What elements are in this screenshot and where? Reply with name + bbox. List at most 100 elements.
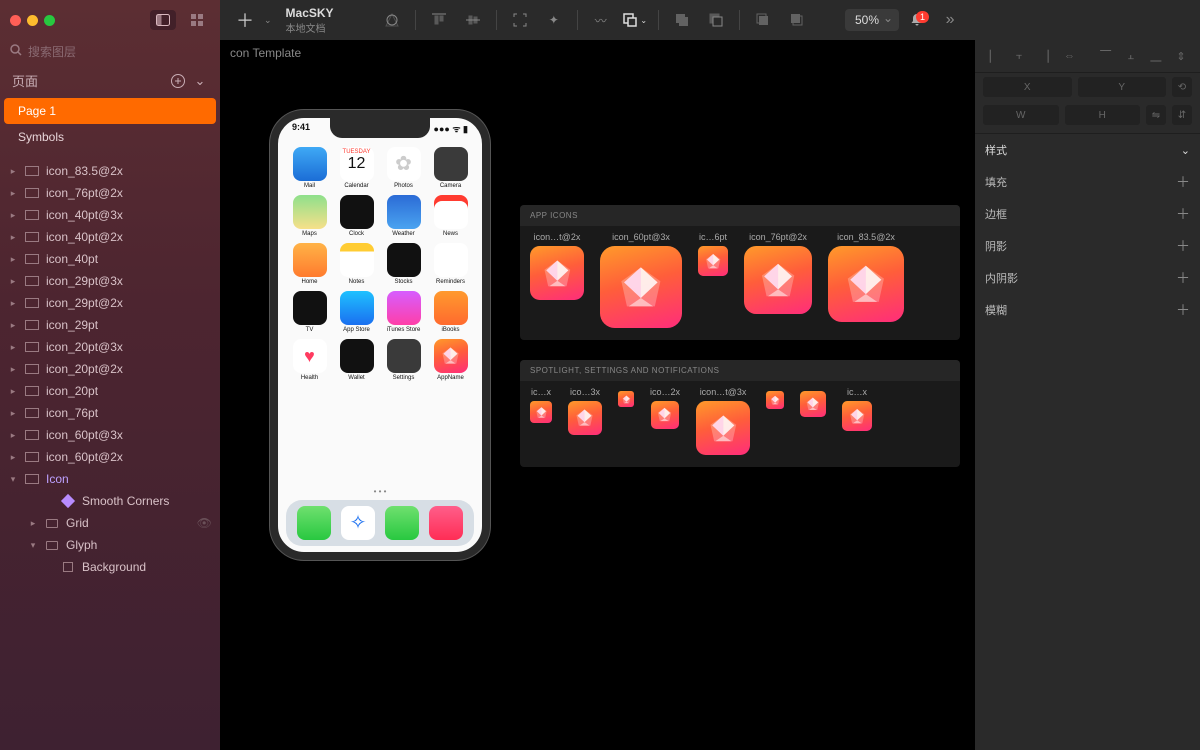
style-section-row[interactable]: 阴影＋ [975, 230, 1200, 262]
layer-row[interactable]: ▾ Icon [0, 468, 220, 490]
disclosure-icon[interactable]: ▸ [8, 342, 18, 353]
disclosure-icon[interactable]: ▾ [28, 540, 38, 551]
layer-label: Icon [46, 472, 69, 486]
style-section-header[interactable]: 样式⌄ [975, 133, 1200, 166]
app-label: News [443, 231, 458, 237]
shape-tool-icon[interactable] [377, 7, 407, 33]
align-middle-icon[interactable] [458, 7, 488, 33]
add-style-button[interactable]: ＋ [1176, 236, 1190, 256]
layer-row[interactable]: ▸icon_40pt@2x [0, 226, 220, 248]
add-style-button[interactable]: ＋ [1176, 204, 1190, 224]
visibility-icon[interactable]: 👁 [197, 516, 212, 530]
disclosure-icon[interactable]: ▸ [8, 386, 18, 397]
h-field[interactable]: H [1065, 105, 1141, 125]
backward-icon[interactable] [782, 7, 812, 33]
overflow-button[interactable]: » [935, 7, 965, 33]
add-page-button[interactable] [170, 73, 186, 89]
layer-label: Smooth Corners [82, 494, 169, 508]
layer-row[interactable]: ▸Grid👁 [0, 512, 220, 534]
icon-preview: ic…x [530, 387, 552, 423]
layer-row[interactable]: Background [0, 556, 220, 578]
subtract-icon[interactable] [701, 7, 731, 33]
notifications-button[interactable]: 1 [903, 13, 931, 27]
layer-row[interactable]: ▸icon_29pt@2x [0, 292, 220, 314]
align-top-icon[interactable] [424, 7, 454, 33]
disclosure-icon[interactable]: ▸ [8, 254, 18, 265]
align-vcenter-icon[interactable]: ⫠ [1120, 46, 1142, 66]
layer-row[interactable]: ▸icon_29pt@3x [0, 270, 220, 292]
icon-caption: icon…t@2x [534, 232, 581, 242]
x-field[interactable]: X [983, 77, 1072, 97]
disclosure-icon[interactable]: ▸ [8, 298, 18, 309]
layer-row[interactable]: ▸icon_76pt@2x [0, 182, 220, 204]
disclosure-icon[interactable]: ▸ [8, 408, 18, 419]
layer-label: icon_76pt [46, 406, 98, 420]
disclosure-icon[interactable]: ▸ [8, 188, 18, 199]
distribute-h-icon[interactable]: ⇔ [1058, 46, 1080, 66]
layer-row[interactable]: ▸icon_40pt [0, 248, 220, 270]
phone-app: Mail [288, 147, 331, 189]
align-bottom-icon[interactable]: ⎽ [1145, 46, 1167, 66]
focus-icon[interactable] [505, 7, 535, 33]
disclosure-icon[interactable]: ▸ [8, 320, 18, 331]
distribute-v-icon[interactable]: ⇕ [1170, 46, 1192, 66]
w-field[interactable]: W [983, 105, 1059, 125]
flip-h-icon[interactable]: ⇋ [1146, 105, 1166, 125]
app-label: Calendar [344, 183, 368, 189]
layer-row[interactable]: ▸icon_60pt@3x [0, 424, 220, 446]
app-icon [434, 339, 468, 373]
layer-row[interactable]: ▾Glyph [0, 534, 220, 556]
grid-view-toggle[interactable] [184, 10, 210, 30]
add-style-button[interactable]: ＋ [1176, 300, 1190, 320]
style-section-row[interactable]: 模糊＋ [975, 294, 1200, 326]
close-window-button[interactable] [10, 15, 21, 26]
style-section-row[interactable]: 边框＋ [975, 198, 1200, 230]
canvas[interactable]: con Template 9:41 ●●● ᯤ ▮ MailTUESDAY12C… [220, 40, 975, 750]
disclosure-icon[interactable]: ▸ [8, 232, 18, 243]
icon-panel: APP ICONSicon…t@2x icon_60pt@3x ic…6pt i… [520, 205, 960, 340]
add-style-button[interactable]: ＋ [1176, 172, 1190, 192]
disclosure-icon[interactable]: ▸ [8, 210, 18, 221]
sparkle-icon[interactable]: ✦ [539, 7, 569, 33]
minimize-window-button[interactable] [27, 15, 38, 26]
forward-icon[interactable] [748, 7, 778, 33]
align-right-icon[interactable]: ▕ [1033, 46, 1055, 66]
disclosure-icon[interactable]: ▸ [8, 430, 18, 441]
layer-row[interactable]: Smooth Corners [0, 490, 220, 512]
artboard-icon [24, 297, 40, 309]
layer-row[interactable]: ▸ icon_76pt [0, 402, 220, 424]
align-left-icon[interactable]: ▏ [983, 46, 1005, 66]
y-field[interactable]: Y [1078, 77, 1167, 97]
maximize-window-button[interactable] [44, 15, 55, 26]
sidebar-view-toggle[interactable] [150, 10, 176, 30]
disclosure-icon[interactable]: ▸ [8, 276, 18, 287]
layer-row[interactable]: ▸icon_29pt [0, 314, 220, 336]
pages-collapse-button[interactable]: ⌄ [192, 73, 208, 89]
layer-row[interactable]: ▸icon_40pt@3x [0, 204, 220, 226]
layer-row[interactable]: ▸icon_20pt [0, 380, 220, 402]
angle-field[interactable]: ⟲ [1172, 77, 1192, 97]
insert-button[interactable]: ＋ [230, 7, 260, 33]
search-input[interactable] [28, 45, 210, 59]
disclosure-icon[interactable]: ▸ [8, 364, 18, 375]
disclosure-icon[interactable]: ▸ [28, 518, 38, 529]
add-style-button[interactable]: ＋ [1176, 268, 1190, 288]
layer-row[interactable]: ▸icon_20pt@3x [0, 336, 220, 358]
page-item[interactable]: Page 1 [4, 98, 216, 124]
disclosure-icon[interactable]: ▸ [8, 166, 18, 177]
disclosure-icon[interactable]: ▾ [8, 474, 18, 485]
style-section-row[interactable]: 内阴影＋ [975, 262, 1200, 294]
align-top-icon[interactable]: ⎺ [1095, 46, 1117, 66]
resize-tool-icon[interactable]: ⌄ [620, 7, 650, 33]
zoom-select[interactable]: 50% [845, 9, 899, 31]
brush-icon[interactable]: 〰 [586, 7, 616, 33]
flip-v-icon[interactable]: ⇵ [1172, 105, 1192, 125]
layer-row[interactable]: ▸icon_20pt@2x [0, 358, 220, 380]
disclosure-icon[interactable]: ▸ [8, 452, 18, 463]
layer-row[interactable]: ▸icon_60pt@2x [0, 446, 220, 468]
layer-row[interactable]: ▸icon_83.5@2x [0, 160, 220, 182]
union-icon[interactable] [667, 7, 697, 33]
page-item[interactable]: Symbols [4, 124, 216, 150]
align-hcenter-icon[interactable]: ⫟ [1008, 46, 1030, 66]
style-section-row[interactable]: 填充＋ [975, 166, 1200, 198]
